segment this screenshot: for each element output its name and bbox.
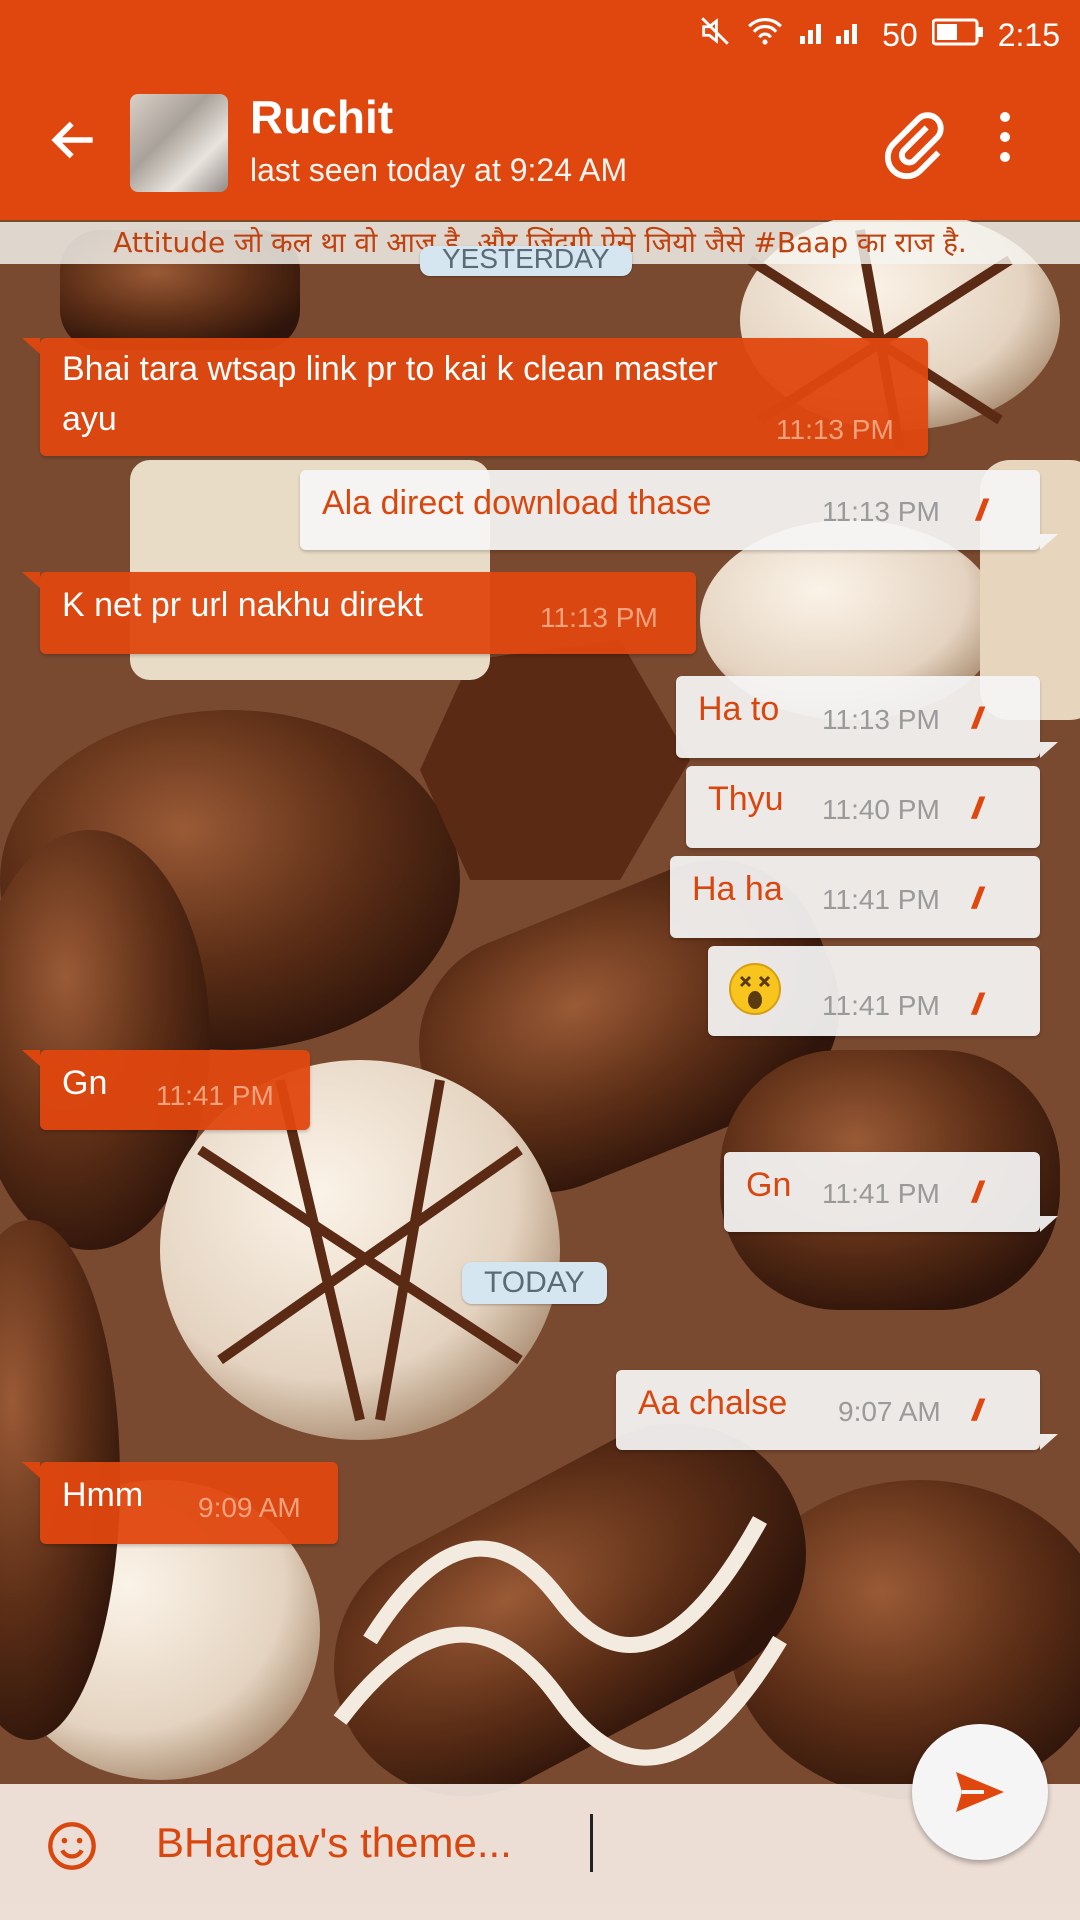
read-receipt-icon: // xyxy=(972,882,982,915)
avatar[interactable] xyxy=(130,94,228,192)
chat-header: Ruchit last seen today at 9:24 AM xyxy=(0,70,1080,220)
message-outgoing[interactable]: Ala direct download thase 11:13 PM // xyxy=(300,470,1040,550)
send-button[interactable] xyxy=(912,1724,1048,1860)
last-seen: last seen today at 9:24 AM xyxy=(250,152,628,188)
text-caret xyxy=(590,1814,593,1872)
send-icon xyxy=(956,1772,1004,1812)
clock: 2:15 xyxy=(997,16,1060,53)
message-time: 11:13 PM xyxy=(822,704,940,735)
battery-level: 50 xyxy=(882,16,918,53)
bubble-tail xyxy=(1040,1434,1058,1450)
message-text: Ha to xyxy=(698,690,780,728)
date-chip-today: TODAY xyxy=(462,1262,607,1304)
bubble-tail xyxy=(1040,742,1058,758)
read-receipt-icon: // xyxy=(972,988,982,1021)
message-time: 11:41 PM xyxy=(822,1178,940,1209)
message-time: 11:13 PM xyxy=(776,414,894,445)
more-vert-icon[interactable] xyxy=(1000,112,1010,172)
message-incoming[interactable]: K net pr url nakhu direkt 11:13 PM xyxy=(40,572,696,654)
message-text: Ha ha xyxy=(692,870,783,908)
message-text: ayu xyxy=(62,400,117,438)
message-time: 11:13 PM xyxy=(822,496,940,527)
message-incoming[interactable]: Hmm 9:09 AM xyxy=(40,1462,338,1544)
read-receipt-icon: // xyxy=(972,1176,982,1209)
paperclip-icon[interactable] xyxy=(880,110,950,185)
date-chip-yesterday: YESTERDAY xyxy=(420,246,632,276)
mute-icon xyxy=(698,14,732,56)
message-text: Ala direct download thase xyxy=(322,484,712,522)
back-arrow-icon[interactable] xyxy=(46,112,102,179)
bubble-tail xyxy=(22,1462,40,1478)
dizzy-face-emoji xyxy=(728,962,782,1025)
message-text: Hmm xyxy=(62,1476,144,1514)
message-incoming[interactable]: Gn 11:41 PM xyxy=(40,1050,310,1130)
bubble-tail xyxy=(22,572,40,588)
bubble-tail xyxy=(1040,534,1058,550)
bubble-tail xyxy=(22,1050,40,1066)
message-outgoing[interactable]: Ha to 11:13 PM // xyxy=(676,676,1040,758)
message-input[interactable] xyxy=(154,1818,858,1868)
read-receipt-icon: // xyxy=(972,702,982,735)
bubble-tail xyxy=(1040,1216,1058,1232)
message-incoming[interactable]: Bhai tara wtsap link pr to kai k clean m… xyxy=(40,338,928,456)
message-time: 11:40 PM xyxy=(822,794,940,825)
battery-icon xyxy=(931,17,984,54)
message-time: 11:41 PM xyxy=(822,884,940,915)
bubble-tail xyxy=(22,338,40,354)
message-text: Thyu xyxy=(708,780,784,818)
message-time: 11:13 PM xyxy=(540,602,658,633)
read-receipt-icon: // xyxy=(976,494,986,527)
wifi-icon xyxy=(746,14,784,56)
signal-icon xyxy=(798,16,868,54)
contact-name[interactable]: Ruchit xyxy=(250,90,393,144)
read-receipt-icon: // xyxy=(972,1394,982,1427)
status-bar: 50 2:15 xyxy=(0,0,1080,70)
message-outgoing[interactable]: Aa chalse 9:07 AM // xyxy=(616,1370,1040,1450)
message-text: Bhai tara wtsap link pr to kai k clean m… xyxy=(62,350,718,388)
message-text: Gn xyxy=(62,1064,108,1102)
message-time: 9:07 AM xyxy=(838,1396,941,1427)
message-outgoing[interactable]: Thyu 11:40 PM // xyxy=(686,766,1040,848)
message-outgoing[interactable]: Ha ha 11:41 PM // xyxy=(670,856,1040,938)
emoji-icon[interactable] xyxy=(46,1820,98,1872)
read-receipt-icon: // xyxy=(972,792,982,825)
message-time: 11:41 PM xyxy=(156,1080,274,1111)
message-text: Aa chalse xyxy=(638,1384,788,1422)
message-outgoing[interactable]: Gn 11:41 PM // xyxy=(724,1152,1040,1232)
message-text: Gn xyxy=(746,1166,792,1204)
message-outgoing[interactable]: 11:41 PM // xyxy=(708,946,1040,1036)
message-time: 9:09 AM xyxy=(198,1492,301,1523)
message-time: 11:41 PM xyxy=(822,990,940,1021)
message-text: K net pr url nakhu direkt xyxy=(62,586,423,624)
